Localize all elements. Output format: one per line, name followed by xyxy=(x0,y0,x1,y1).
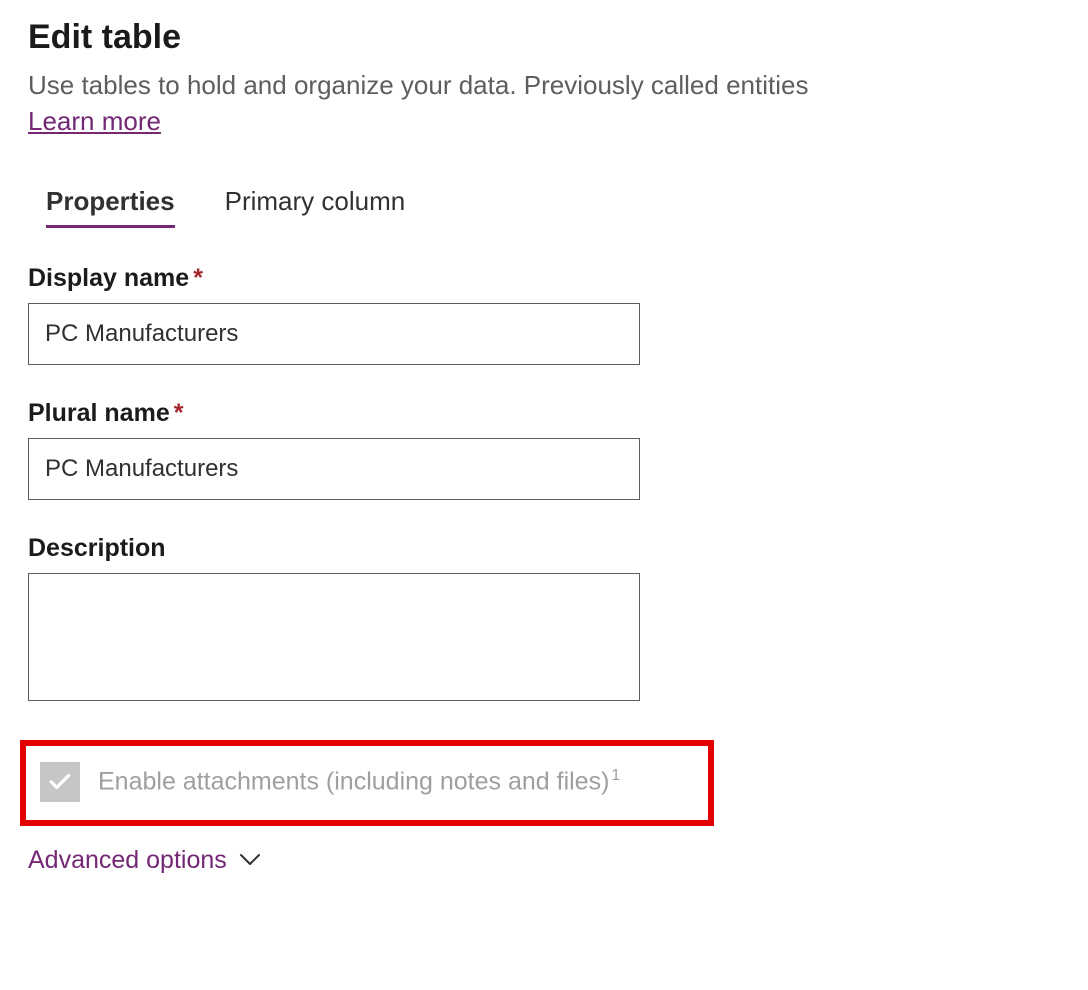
plural-name-input[interactable] xyxy=(28,438,640,500)
required-marker: * xyxy=(174,399,184,427)
chevron-down-icon xyxy=(239,853,261,867)
tabs: Properties Primary column xyxy=(28,186,1060,228)
enable-attachments-label: Enable attachments (including notes and … xyxy=(98,767,620,796)
display-name-label: Display name* xyxy=(28,264,1060,293)
plural-name-label: Plural name* xyxy=(28,399,1060,428)
plural-name-group: Plural name* xyxy=(28,399,1060,500)
display-name-input[interactable] xyxy=(28,303,640,365)
page-subtitle-row: Use tables to hold and organize your dat… xyxy=(28,67,1060,140)
checkmark-icon xyxy=(47,769,73,795)
tab-primary-column[interactable]: Primary column xyxy=(225,186,406,228)
tab-properties[interactable]: Properties xyxy=(46,186,175,228)
highlight-annotation: Enable attachments (including notes and … xyxy=(20,740,714,826)
description-group: Description xyxy=(28,534,1060,706)
display-name-group: Display name* xyxy=(28,264,1060,365)
advanced-options-label: Advanced options xyxy=(28,846,227,875)
footnote-marker: 1 xyxy=(611,767,620,784)
learn-more-link[interactable]: Learn more xyxy=(28,103,161,139)
page-subtitle: Use tables to hold and organize your dat… xyxy=(28,70,808,100)
description-label: Description xyxy=(28,534,1060,563)
enable-attachments-checkbox xyxy=(40,762,80,802)
enable-attachments-row: Enable attachments (including notes and … xyxy=(40,762,694,802)
description-input[interactable] xyxy=(28,573,640,701)
required-marker: * xyxy=(193,264,203,292)
advanced-options-toggle[interactable]: Advanced options xyxy=(28,846,1060,875)
page-title: Edit table xyxy=(28,18,1060,57)
